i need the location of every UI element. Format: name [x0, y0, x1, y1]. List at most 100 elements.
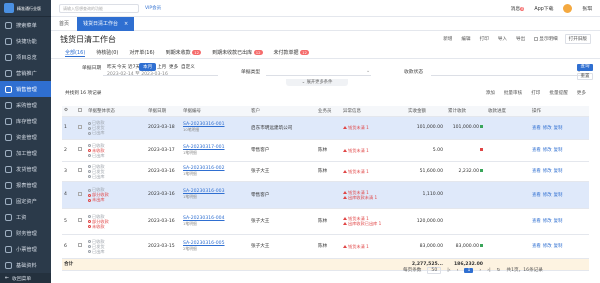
header-progress[interactable]: 收款进度: [486, 106, 530, 117]
tab-all[interactable]: 全部(16): [65, 49, 86, 57]
reset-button[interactable]: 重置: [577, 73, 593, 80]
add-button[interactable]: 添加: [486, 90, 495, 96]
export-button[interactable]: 导出: [514, 35, 527, 43]
sidebar-item-shortcuts[interactable]: 快捷功能: [0, 33, 51, 49]
order-code-link[interactable]: SA-20230317-001: [183, 145, 225, 150]
row-checkbox[interactable]: [76, 139, 86, 162]
sidebar-item-funds[interactable]: 资金管理: [0, 129, 51, 145]
table-row[interactable]: 6 已收款 已发货 已出库 2023-03-15 SA-20230316-005 2笔明细张…: [62, 234, 589, 259]
app-download-button[interactable]: App下载: [534, 5, 553, 12]
warning-tag[interactable]: 钱货未清 1: [343, 148, 406, 153]
row-checkbox[interactable]: [76, 116, 86, 140]
table-row[interactable]: 4 已收款 部分收款 未出库 2023-03-16 SA-20230316-003 1笔明细…: [62, 181, 589, 209]
row-checkbox[interactable]: [76, 181, 86, 209]
copy-link[interactable]: 复制: [554, 219, 563, 224]
app-logo[interactable]: 精准通行业版: [0, 0, 51, 17]
tab-pending-verify[interactable]: 待核验(0): [96, 49, 118, 56]
header-status[interactable]: 单据整体状态: [86, 106, 146, 117]
warning-tag[interactable]: 钱货未清 1: [343, 125, 406, 130]
copy-link[interactable]: 复制: [554, 169, 563, 174]
show-details-toggle[interactable]: 显示明细: [532, 35, 559, 43]
prev-page-button[interactable]: ‹: [457, 268, 459, 273]
batch-audit-button[interactable]: 批量审核: [504, 90, 522, 96]
edit-link[interactable]: 修改: [543, 148, 552, 153]
header-client[interactable]: 客户: [249, 106, 316, 117]
table-row[interactable]: 5 已收款 部分收款 未收款 2023-03-16 SA-20230316-004 1笔明细…: [62, 208, 589, 235]
edit-link[interactable]: 修改: [543, 169, 552, 174]
edit-link[interactable]: 修改: [543, 244, 552, 249]
order-code-link[interactable]: SA-20230316-005: [183, 241, 225, 246]
sidebar-item-payroll[interactable]: 工资: [0, 209, 51, 225]
view-link[interactable]: 查看: [532, 193, 541, 198]
tab-home[interactable]: 首页: [51, 20, 77, 27]
sidebar-item-inventory[interactable]: 库存管理: [0, 113, 51, 129]
sidebar-item-sales[interactable]: 销售管理: [0, 81, 51, 97]
refresh-icon[interactable]: ↻: [497, 268, 501, 273]
view-link[interactable]: 查看: [532, 148, 541, 153]
header-warning[interactable]: 异常信息: [341, 106, 406, 117]
print-list-button[interactable]: 打印: [531, 90, 540, 96]
view-link[interactable]: 查看: [532, 244, 541, 249]
batch-remind-button[interactable]: 批量提醒: [549, 90, 567, 96]
sidebar-item-marketing[interactable]: 营销推广: [0, 65, 51, 81]
tab-overdue[interactable]: 到期未收款 12: [166, 49, 202, 56]
sidebar-item-finance[interactable]: 财务管理: [0, 225, 51, 241]
tab-issued[interactable]: 对开单(16): [129, 49, 154, 56]
table-row[interactable]: 3 已收款 已发货 已出库 2023-03-16 SA-20230316-002 1笔明细张…: [62, 161, 589, 182]
order-code-link[interactable]: SA-20230316-004: [183, 216, 225, 221]
warning-tag[interactable]: 出库收款已出库 1: [343, 221, 406, 226]
user-name[interactable]: 张琪: [582, 5, 592, 12]
sidebar-item-purchase[interactable]: 采购管理: [0, 97, 51, 113]
more-button[interactable]: 更多: [577, 90, 586, 96]
close-icon[interactable]: ×: [124, 17, 128, 31]
edit-link[interactable]: 修改: [543, 126, 552, 131]
order-code-link[interactable]: SA-20230316-002: [183, 166, 225, 171]
sidebar-item-basedata[interactable]: 基础资料: [0, 257, 51, 273]
header-date[interactable]: 单据日期: [146, 106, 181, 117]
sidebar-item-receipts[interactable]: 小票管理: [0, 241, 51, 257]
current-page[interactable]: 1: [464, 267, 474, 273]
copy-link[interactable]: 复制: [554, 244, 563, 249]
open-old-version-button[interactable]: 打开旧版: [564, 34, 591, 44]
sidebar-item-reports[interactable]: 报表管理: [0, 177, 51, 193]
date-range-value[interactable]: 2023-02-14 至 2023-03-16: [103, 70, 172, 78]
import-button[interactable]: 导入: [496, 35, 509, 43]
view-link[interactable]: 查看: [532, 169, 541, 174]
sidebar-item-processing[interactable]: 加工管理: [0, 145, 51, 161]
warning-tag[interactable]: 钱货未清 1: [343, 244, 406, 249]
warning-tag[interactable]: 出库收款未清 1: [343, 195, 406, 200]
vip-link[interactable]: VIP会员: [145, 5, 161, 11]
header-code[interactable]: 单据编号: [181, 106, 249, 117]
last-page-button[interactable]: ›|: [487, 268, 490, 273]
page-size-select[interactable]: 50: [427, 266, 442, 274]
tab-unpaid[interactable]: 未付款单据 12: [274, 49, 309, 56]
avatar[interactable]: [563, 3, 573, 13]
collapse-menu-button[interactable]: ⇤ 收回菜单: [0, 273, 51, 283]
view-link[interactable]: 查看: [532, 126, 541, 131]
header-total[interactable]: 累计收款: [446, 106, 486, 117]
messages-button[interactable]: 消息8: [511, 5, 525, 12]
sidebar-item-shipping[interactable]: 发货管理: [0, 161, 51, 177]
header-staff[interactable]: 业务员: [316, 106, 341, 117]
search-input[interactable]: 请输入您想查询的功能: [59, 3, 139, 13]
warning-tag[interactable]: 钱货未清 1: [343, 169, 406, 174]
expand-more-button[interactable]: ⌄ 展开更多条件: [286, 79, 348, 86]
copy-link[interactable]: 复制: [554, 148, 563, 153]
header-amount[interactable]: 实收金额: [406, 106, 446, 117]
header-settings[interactable]: ⚙: [62, 106, 76, 117]
first-page-button[interactable]: |‹: [447, 268, 450, 273]
copy-link[interactable]: 复制: [554, 193, 563, 198]
query-button[interactable]: 查询: [577, 64, 593, 71]
next-page-button[interactable]: ›: [479, 268, 481, 273]
tab-overdue-shipped[interactable]: 到期未收款已出库 12: [212, 49, 263, 56]
edit-link[interactable]: 修改: [543, 193, 552, 198]
sidebar-item-assets[interactable]: 固定资产: [0, 193, 51, 209]
edit-button[interactable]: 编辑: [459, 35, 472, 43]
edit-link[interactable]: 修改: [543, 219, 552, 224]
row-checkbox[interactable]: [76, 161, 86, 182]
table-row[interactable]: 1 已收款 已发货 已出库 2023-03-18 SA-20230316-001 10笔明细…: [62, 116, 589, 140]
client-select[interactable]: [431, 75, 581, 76]
header-select-all[interactable]: [76, 106, 86, 117]
view-link[interactable]: 查看: [532, 219, 541, 224]
table-row[interactable]: 2 已收款 未收款 已出库 2023-03-17 SA-20230317-001 1笔明细零…: [62, 139, 589, 162]
